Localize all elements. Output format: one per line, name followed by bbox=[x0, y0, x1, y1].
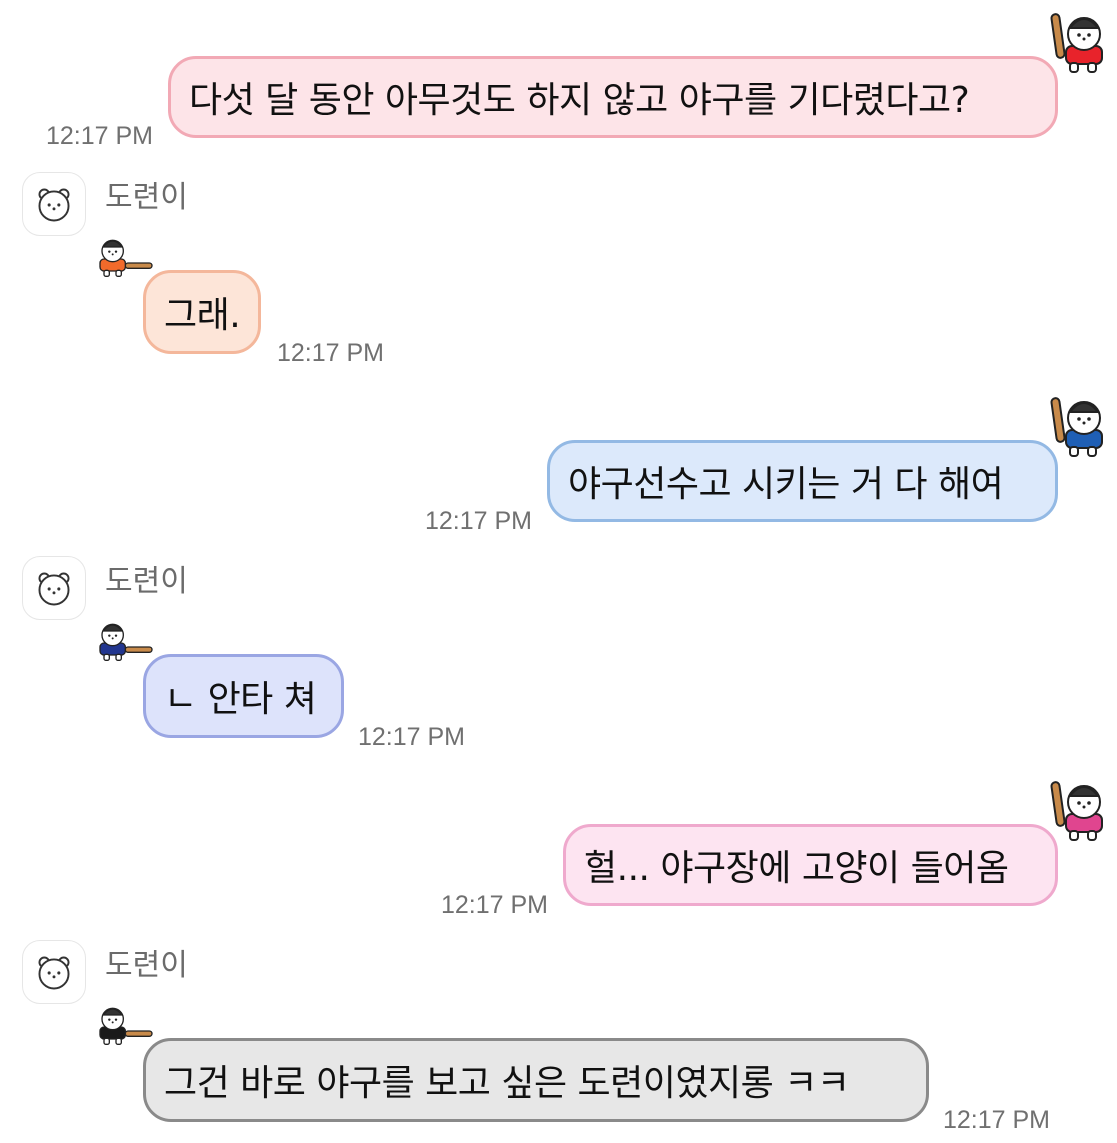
bear-face-icon bbox=[38, 188, 70, 222]
message-bubble-sent[interactable]: 야구선수고 시키는 거 다 해여 bbox=[547, 440, 1058, 522]
bear-face-icon bbox=[38, 572, 70, 606]
bear-baseball-player-icon bbox=[1050, 781, 1103, 841]
message-text: 야구선수고 시키는 거 다 해여 bbox=[568, 464, 1004, 505]
bear-baseball-player-icon bbox=[1050, 397, 1103, 457]
message-bubble-sent[interactable]: 다섯 달 동안 아무것도 하지 않고 야구를 기다렸다고? bbox=[168, 56, 1058, 138]
message-text: 다섯 달 동안 아무것도 하지 않고 야구를 기다렸다고? bbox=[189, 80, 970, 121]
message-text: ㄴ 안타 쳐 bbox=[164, 679, 317, 720]
message-bubble-received[interactable]: 그건 바로 야구를 보고 싶은 도련이였지롱 ㅋㅋ bbox=[143, 1038, 929, 1122]
message-timestamp: 12:17 PM bbox=[358, 723, 466, 751]
sender-avatar[interactable] bbox=[22, 556, 86, 620]
sender-avatar[interactable] bbox=[22, 172, 86, 236]
message-text: 그건 바로 야구를 보고 싶은 도련이였지롱 ㅋㅋ bbox=[164, 1063, 850, 1104]
sender-name: 도련이 bbox=[105, 180, 188, 215]
sender-name: 도련이 bbox=[105, 948, 188, 983]
message-bubble-received[interactable]: 그래. bbox=[143, 270, 261, 354]
sender-name: 도련이 bbox=[105, 564, 188, 599]
bear-face-icon bbox=[38, 956, 70, 990]
chat-window[interactable]: 다섯 달 동안 아무것도 하지 않고 야구를 기다렸다고? 12:17 PM 도… bbox=[0, 0, 1117, 1143]
sender-avatar[interactable] bbox=[22, 940, 86, 1004]
bear-baseball-player-icon bbox=[1050, 13, 1103, 73]
message-timestamp: 12:17 PM bbox=[441, 891, 549, 919]
message-text: 그래. bbox=[164, 295, 241, 336]
message-timestamp: 12:17 PM bbox=[277, 339, 385, 367]
message-bubble-received[interactable]: ㄴ 안타 쳐 bbox=[143, 654, 344, 738]
message-timestamp: 12:17 PM bbox=[943, 1106, 1051, 1134]
message-bubble-sent[interactable]: 헐... 야구장에 고양이 들어옴 bbox=[563, 824, 1058, 906]
message-timestamp: 12:17 PM bbox=[425, 507, 533, 535]
message-text: 헐... 야구장에 고양이 들어옴 bbox=[584, 848, 1009, 889]
message-timestamp: 12:17 PM bbox=[46, 122, 154, 150]
